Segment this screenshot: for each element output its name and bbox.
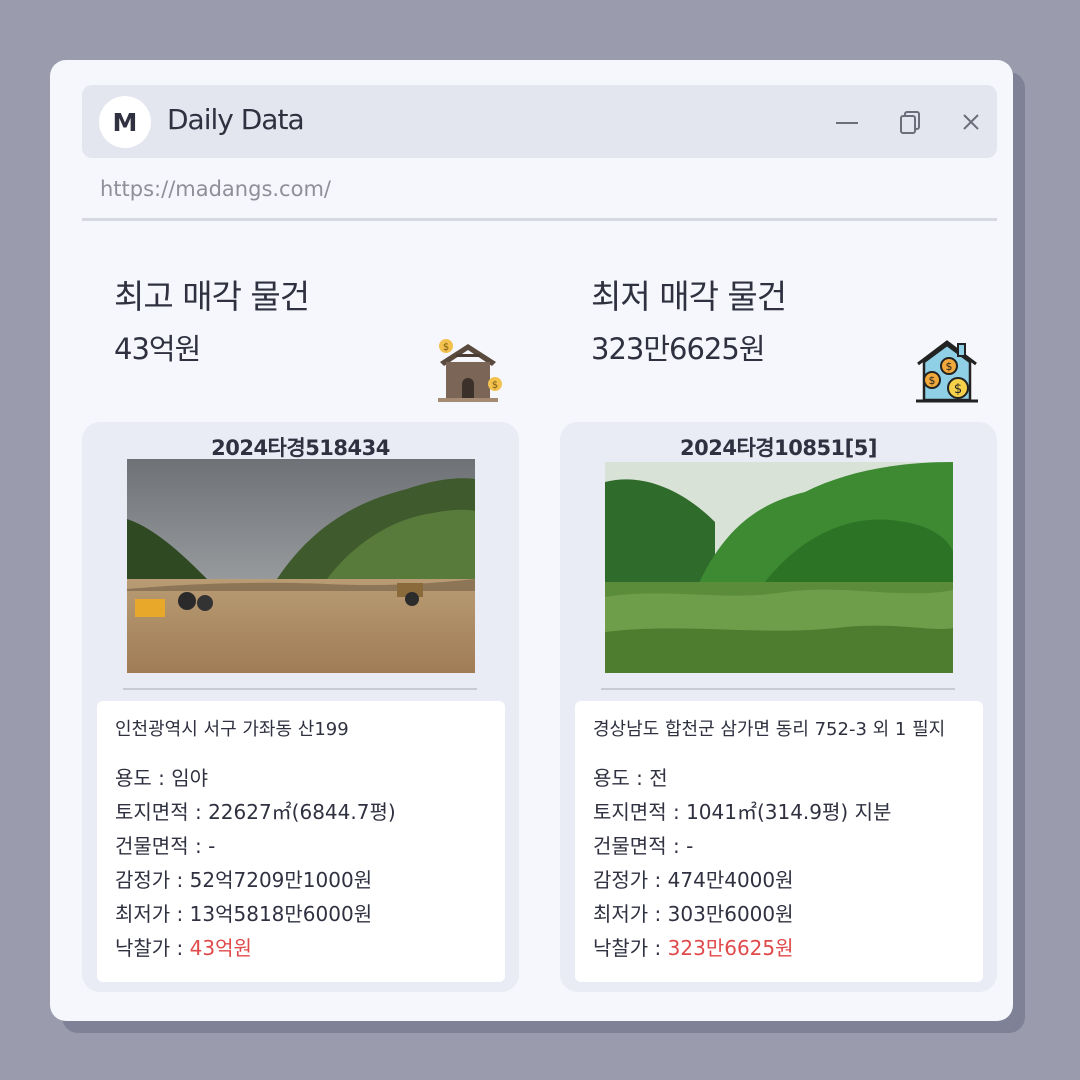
detail-minimum-price: 최저가 : 13억5818만6000원 bbox=[115, 902, 373, 926]
property-address: 경상남도 합천군 삼가면 동리 752-3 외 1 필지 bbox=[593, 719, 946, 740]
svg-text:$: $ bbox=[443, 342, 449, 353]
highest-property-card[interactable]: 2024타경518434 인천광역시 서구 가좌동 산199 용도: 임야 토… bbox=[82, 422, 519, 992]
app-title: Daily Data bbox=[167, 103, 305, 136]
detail-appraisal: 감정가 : 474만4000원 bbox=[593, 868, 794, 892]
detail-winning-bid: 낙찰가 : 43억원 bbox=[115, 936, 252, 960]
lowest-heading: 최저 매각 물건 bbox=[591, 277, 787, 316]
detail-winning-bid: 낙찰가 : 323만6625원 bbox=[593, 936, 794, 960]
detail-usage: 용도 : 전 bbox=[593, 766, 668, 790]
house-coins-icon: $ $ $ bbox=[914, 336, 980, 408]
svg-text:$: $ bbox=[946, 360, 953, 373]
lowest-amount: 323만6625원 bbox=[591, 332, 766, 366]
lowest-property-card[interactable]: 2024타경10851[5] 경상남도 합천군 삼가면 동리 752-3 외 1… bbox=[560, 422, 997, 992]
case-number: 2024타경10851[5] bbox=[680, 436, 877, 460]
detail-land-area: 토지면적 : 1041㎡(314.9평) 지분 bbox=[593, 800, 892, 824]
svg-text:$: $ bbox=[954, 382, 962, 397]
svg-text:$: $ bbox=[492, 380, 498, 391]
title-bar: M Daily Data bbox=[82, 85, 997, 158]
case-number: 2024타경518434 bbox=[211, 436, 390, 460]
restore-icon[interactable] bbox=[896, 107, 926, 137]
close-icon[interactable] bbox=[956, 107, 986, 137]
minimize-icon[interactable] bbox=[832, 107, 862, 137]
property-details: 인천광역시 서구 가좌동 산199 용도 : 임야 토지면적 : 22627㎡(… bbox=[97, 701, 505, 982]
avatar[interactable]: M bbox=[99, 96, 151, 148]
detail-land-area: 토지면적 : 22627㎡(6844.7평) bbox=[115, 800, 396, 824]
detail-building-area: 건물면적 : - bbox=[115, 834, 216, 858]
property-details: 경상남도 합천군 삼가면 동리 752-3 외 1 필지 용도 : 전 토지면적… bbox=[575, 701, 983, 982]
url-bar[interactable]: https://madangs.com/ bbox=[100, 177, 331, 201]
property-photo bbox=[127, 459, 475, 673]
app-window: M Daily Data https://madangs.com/ 최고 매각 … bbox=[50, 60, 1013, 1021]
card-divider bbox=[123, 688, 477, 690]
svg-text:$: $ bbox=[929, 374, 936, 387]
card-divider bbox=[601, 688, 955, 690]
property-address: 인천광역시 서구 가좌동 산199 bbox=[115, 719, 349, 740]
highest-heading: 최고 매각 물건 bbox=[114, 277, 310, 316]
highest-amount: 43억원 bbox=[114, 332, 201, 366]
header-divider bbox=[82, 218, 997, 221]
house-coins-icon: $ $ bbox=[432, 332, 504, 408]
detail-building-area: 건물면적 : - bbox=[593, 834, 694, 858]
detail-usage: 용도 : 임야 bbox=[115, 766, 209, 790]
property-photo bbox=[605, 462, 953, 673]
detail-minimum-price: 최저가 : 303만6000원 bbox=[593, 902, 794, 926]
detail-appraisal: 감정가 : 52억7209만1000원 bbox=[115, 868, 373, 892]
